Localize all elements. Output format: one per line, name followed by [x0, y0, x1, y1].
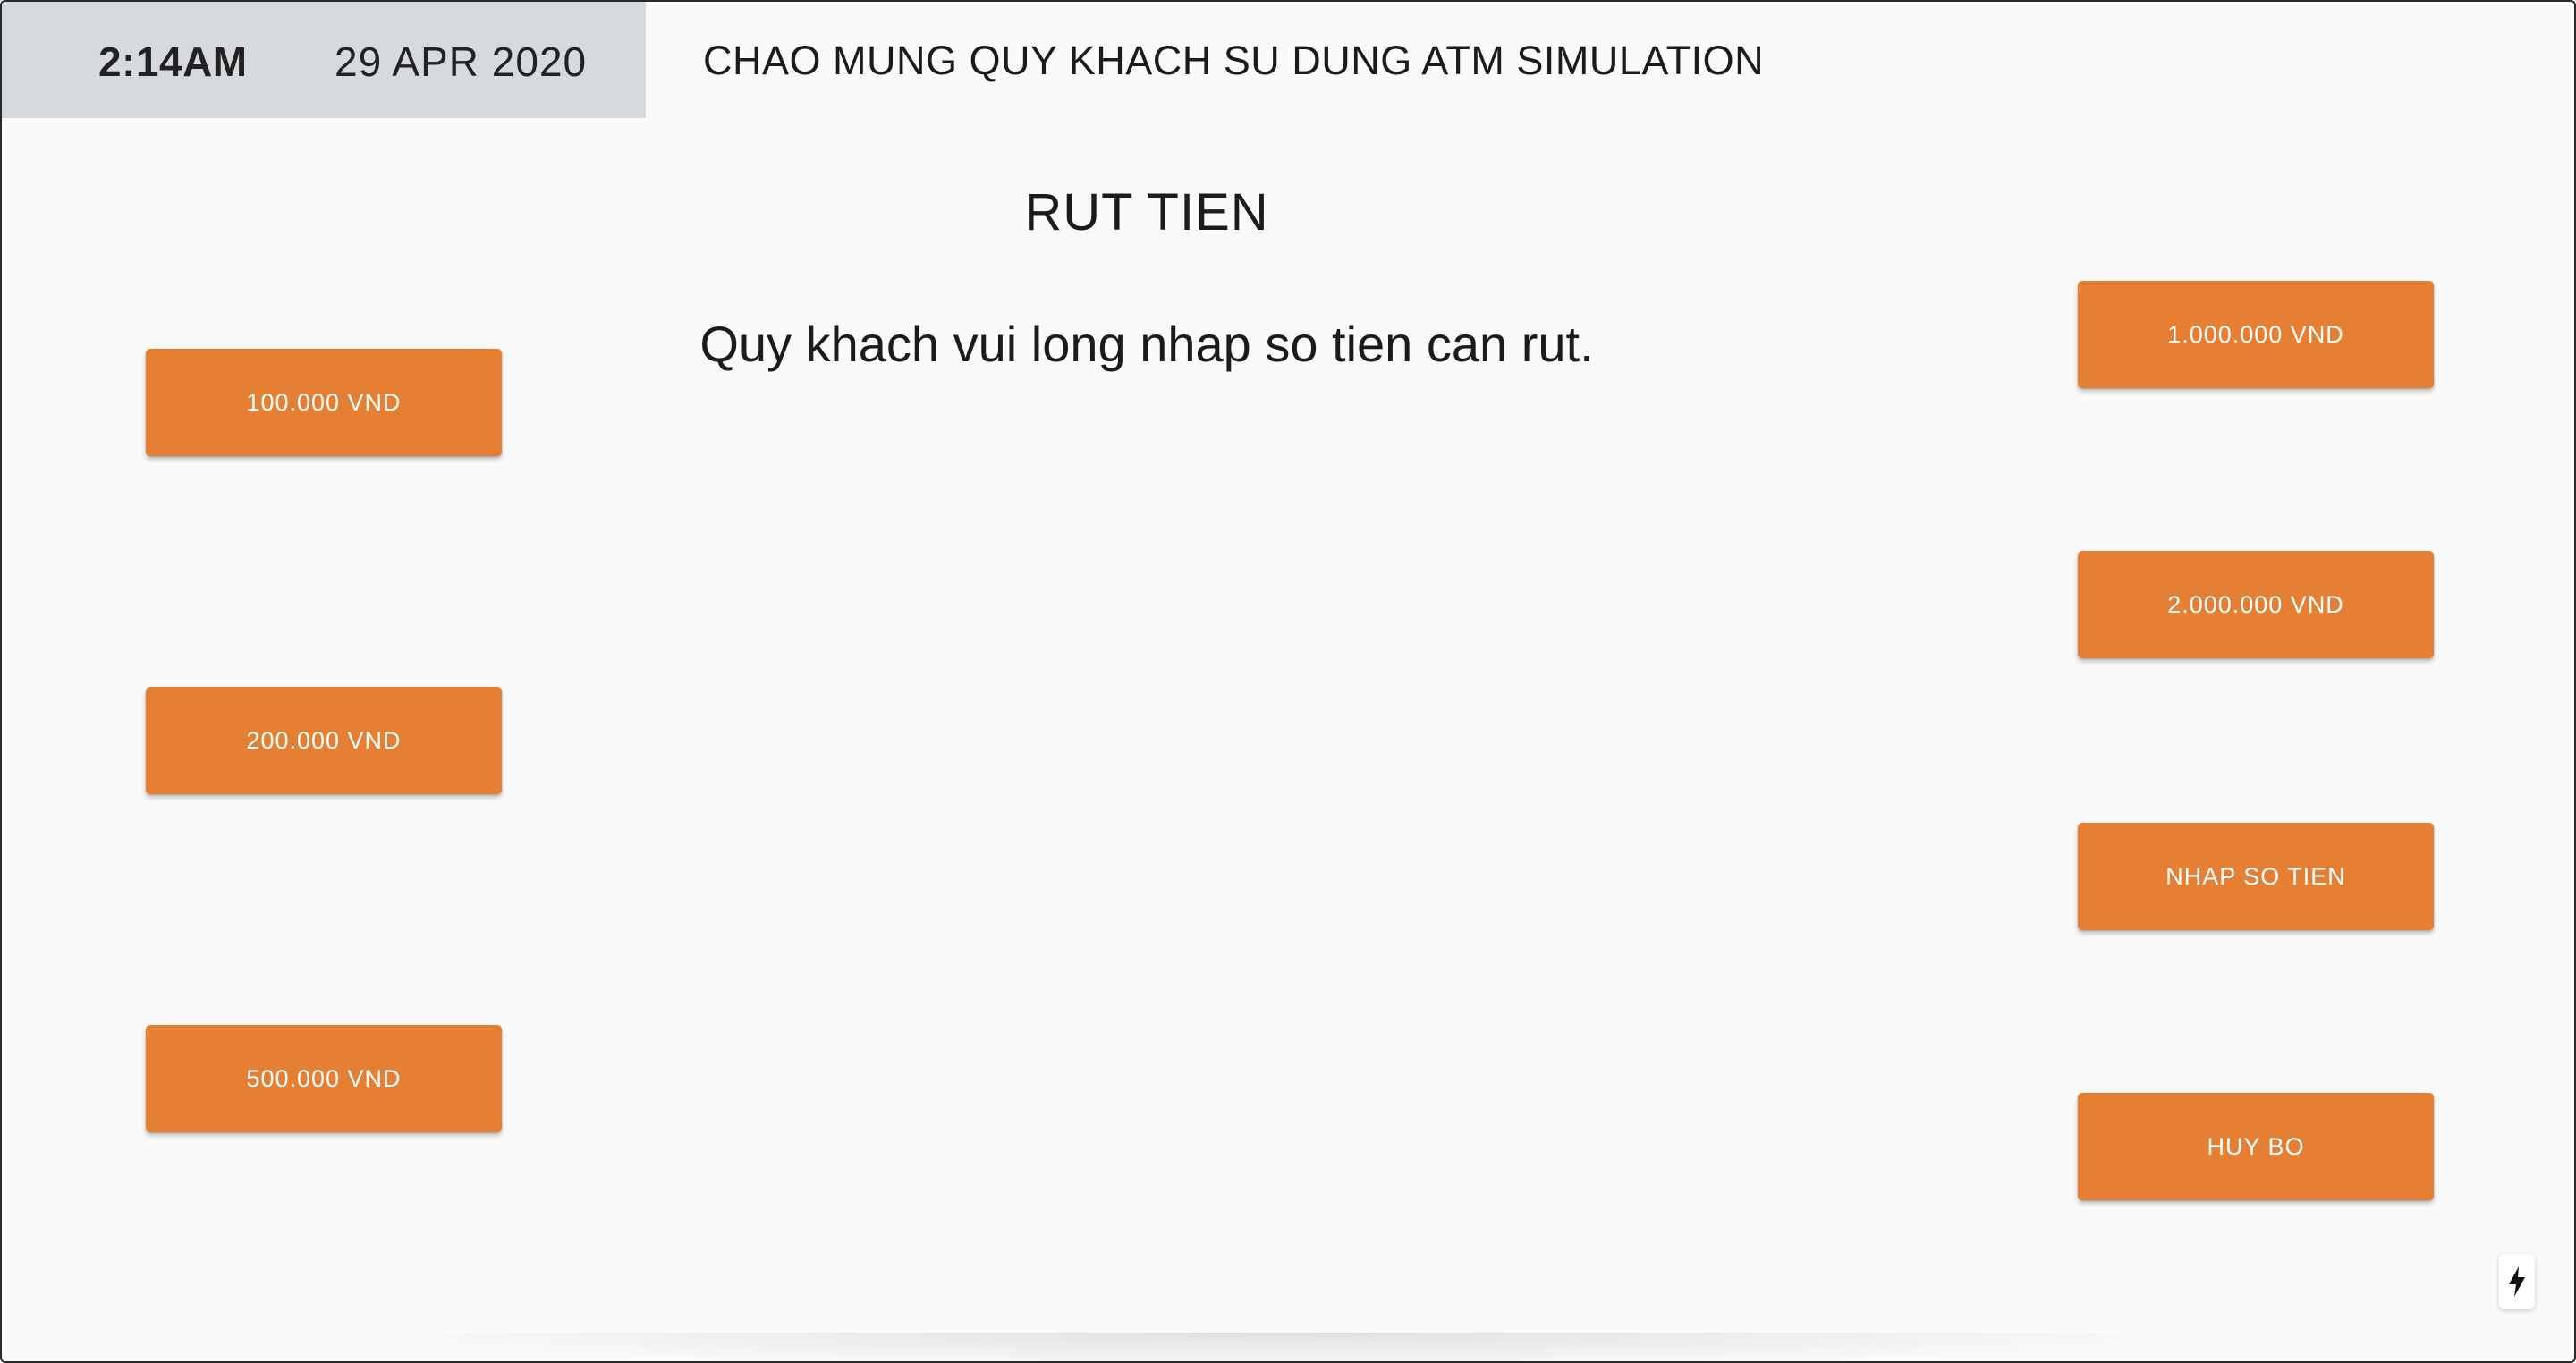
amount-2000000-button[interactable]: 2.000.000 VND — [2078, 551, 2434, 658]
bottom-shadow — [324, 1333, 2238, 1361]
amount-1000000-button[interactable]: 1.000.000 VND — [2078, 281, 2434, 388]
clock-panel: 2:14AM 29 APR 2020 — [2, 2, 646, 118]
cancel-button[interactable]: HUY BO — [2078, 1093, 2434, 1200]
lightning-bolt-icon — [2509, 1266, 2525, 1297]
current-time: 2:14AM — [98, 38, 248, 85]
amount-100000-button[interactable]: 100.000 VND — [146, 349, 502, 456]
welcome-banner: CHAO MUNG QUY KHACH SU DUNG ATM SIMULATI… — [703, 38, 1765, 83]
amount-500000-button[interactable]: 500.000 VND — [146, 1025, 502, 1132]
atm-window: 2:14AM 29 APR 2020 CHAO MUNG QUY KHACH S… — [0, 0, 2576, 1363]
amount-200000-button[interactable]: 200.000 VND — [146, 687, 502, 794]
enter-amount-button[interactable]: NHAP SO TIEN — [2078, 823, 2434, 930]
page-title: RUT TIEN — [1024, 183, 1269, 241]
quick-action-button[interactable] — [2499, 1254, 2535, 1309]
current-date: 29 APR 2020 — [335, 38, 588, 85]
